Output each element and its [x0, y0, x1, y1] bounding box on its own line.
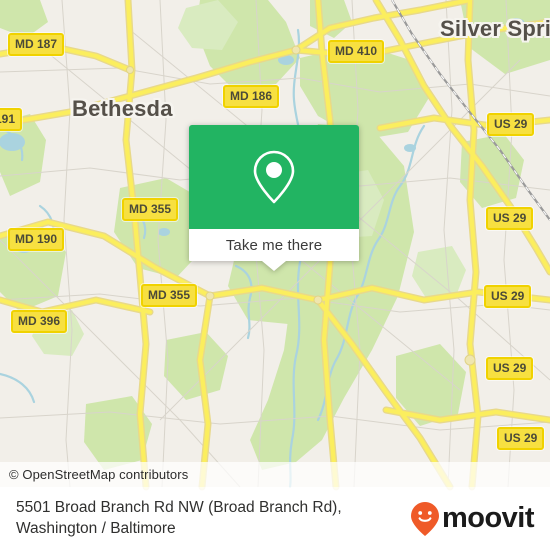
route-shield: MD 190 — [8, 228, 65, 251]
callout-icon-area — [189, 125, 359, 229]
map-canvas[interactable]: Bethesda Silver Spring MD 187 191 MD 186… — [0, 0, 550, 487]
osm-attribution-text: © OpenStreetMap contributors — [9, 467, 189, 482]
route-shield: 191 — [0, 108, 23, 131]
address-line-2: Washington / Baltimore — [16, 519, 176, 537]
location-pin-icon — [253, 150, 295, 204]
footer-bar: 5501 Broad Branch Rd NW (Broad Branch Rd… — [0, 487, 550, 550]
route-shield: MD 186 — [223, 85, 280, 108]
route-shield: MD 355 — [122, 198, 179, 221]
take-me-there-label: Take me there — [225, 236, 323, 254]
route-shield: US 29 — [487, 113, 535, 136]
route-shield: US 29 — [486, 357, 534, 380]
address-line-1: 5501 Broad Branch Rd NW (Broad Branch Rd… — [16, 498, 342, 516]
moovit-smiley-pin-icon — [410, 501, 439, 536]
map-attribution-bar: © OpenStreetMap contributors — [0, 462, 550, 487]
route-shield: US 29 — [484, 285, 532, 308]
moovit-wordmark: moovit — [441, 502, 535, 534]
address-block: 5501 Broad Branch Rd NW (Broad Branch Rd… — [16, 498, 342, 540]
route-shield: US 29 — [486, 207, 534, 230]
route-shield: MD 396 — [11, 310, 68, 333]
take-me-there-button[interactable]: Take me there — [189, 229, 359, 261]
route-shield: US 29 — [497, 427, 545, 450]
route-shield: MD 187 — [8, 33, 65, 56]
map-place-label: Bethesda — [72, 96, 173, 121]
location-callout-card[interactable]: Take me there — [189, 125, 359, 271]
map-place-label: Silver Spring — [440, 16, 550, 41]
map-screenshot: Bethesda Silver Spring MD 187 191 MD 186… — [0, 0, 550, 550]
moovit-logo: moovit — [410, 501, 535, 537]
callout-tail — [262, 261, 286, 271]
route-shield: MD 355 — [141, 284, 198, 307]
route-shield: MD 410 — [328, 40, 385, 63]
